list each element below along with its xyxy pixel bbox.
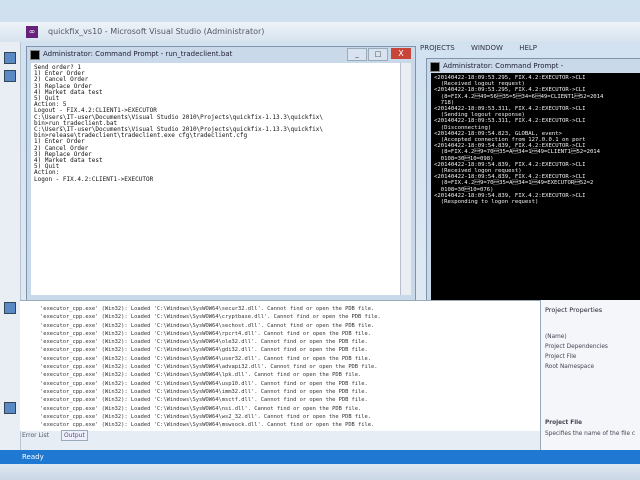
menu-help[interactable]: HELP — [519, 44, 537, 52]
class-view-icon[interactable] — [4, 402, 16, 414]
cmd-left-scrollbar[interactable] — [400, 63, 411, 295]
properties-header: Project Properties — [545, 306, 603, 314]
properties-pane[interactable]: Project Properties (Name) Project Depend… — [540, 300, 640, 450]
prop-desc-title: Project File — [545, 420, 583, 426]
output-line: 'executor_cpp.exe' (Win32): Loaded 'C:\W… — [40, 306, 375, 312]
server-explorer-icon[interactable] — [4, 52, 16, 64]
vs-title-bar: ∞ quickfix_vs10 - Microsoft Visual Studi… — [0, 22, 640, 42]
output-line: 'executor_cpp.exe' (Win32): Loaded 'C:\W… — [40, 364, 378, 371]
prop-dependencies[interactable]: Project Dependencies — [545, 344, 608, 350]
prop-root-namespace[interactable]: Root Namespace — [545, 364, 594, 370]
output-line: 'executor_cpp.exe' (Win32): Loaded 'C:\W… — [40, 422, 375, 427]
console-line: Logon - FIX.4.2:CLIENT1->EXECUTOR — [34, 175, 154, 183]
cmd-icon — [430, 62, 440, 72]
cmd-right-title-bar[interactable]: Administrator: Command Prompt - run_exec… — [427, 59, 640, 84]
tab-error-list[interactable]: Error List — [20, 431, 51, 440]
output-tabs: Error List Output — [20, 430, 220, 444]
prop-name[interactable]: (Name) — [545, 334, 567, 340]
output-line: 'executor_cpp.exe' (Win32): Loaded 'C:\W… — [40, 372, 362, 379]
output-line: 'executor_cpp.exe' (Win32): Loaded 'C:\W… — [40, 405, 362, 412]
output-line: 'executor_cpp.exe' (Win32): Loaded 'C:\W… — [40, 322, 375, 329]
cmd-left-title-bar[interactable]: Administrator: Command Prompt - run_trad… — [27, 47, 415, 61]
cmd-left-title: Administrator: Command Prompt - run_trad… — [43, 50, 233, 58]
status-bar: Ready — [0, 450, 640, 464]
vs-menu-bar: PROJECTS WINDOW HELP — [420, 44, 640, 58]
cmd-right-console-text[interactable]: <20140422-18:09:53.295, FIX.4.2:EXECUTOR… — [431, 73, 640, 305]
output-line: 'executor_cpp.exe' (Win32): Loaded 'C:\W… — [40, 397, 368, 404]
cmd-left-console-text[interactable]: Send order? 1 1) Enter Order 2) Cancel Ord… — [31, 63, 401, 295]
console-line: (Responding to logon request) — [434, 199, 539, 206]
prop-desc-text: Specifies the name of the file c — [545, 431, 636, 437]
tab-output[interactable]: Output — [60, 430, 88, 441]
toolbox-icon[interactable] — [4, 70, 16, 82]
output-line: 'executor_cpp.exe' (Win32): Loaded 'C:\W… — [40, 314, 381, 321]
output-line: 'executor_cpp.exe' (Win32): Loaded 'C:\W… — [40, 347, 368, 354]
minimize-button[interactable]: _ — [347, 48, 367, 61]
output-text: 'executor_cpp.exe' (Win32): Loaded 'C:\W… — [40, 305, 540, 427]
solution-icon[interactable] — [4, 302, 16, 314]
prop-file[interactable]: Project File — [545, 354, 576, 360]
visual-studio-logo-icon: ∞ — [26, 26, 38, 38]
menu-projects[interactable]: PROJECTS — [420, 44, 455, 52]
output-line: 'executor_cpp.exe' (Win32): Loaded 'C:\W… — [40, 339, 368, 346]
output-line: 'executor_cpp.exe' (Win32): Loaded 'C:\W… — [40, 355, 372, 362]
menu-window[interactable]: WINDOW — [471, 44, 503, 52]
output-line: 'executor_cpp.exe' (Win32): Loaded 'C:\W… — [40, 413, 372, 420]
close-button[interactable]: X — [391, 48, 411, 59]
output-line: 'executor_cpp.exe' (Win32): Loaded 'C:\W… — [40, 330, 372, 337]
tradeclient-command-prompt-window[interactable]: Administrator: Command Prompt - run_trad… — [26, 46, 416, 302]
maximize-button[interactable]: □ — [368, 48, 388, 61]
vs-window-title: quickfix_vs10 - Microsoft Visual Studio … — [48, 27, 265, 36]
cmd-icon — [30, 50, 40, 60]
output-line: 'executor_cpp.exe' (Win32): Loaded 'C:\W… — [40, 380, 368, 387]
windows-taskbar — [0, 464, 640, 480]
status-text: Ready — [22, 453, 44, 461]
output-line: 'executor_cpp.exe' (Win32): Loaded 'C:\W… — [40, 388, 368, 395]
executor-command-prompt-window[interactable]: Administrator: Command Prompt - run_exec… — [426, 58, 640, 310]
output-pane[interactable]: 'executor_cpp.exe' (Win32): Loaded 'C:\W… — [20, 300, 540, 431]
vs-left-toolstrip — [0, 42, 21, 450]
